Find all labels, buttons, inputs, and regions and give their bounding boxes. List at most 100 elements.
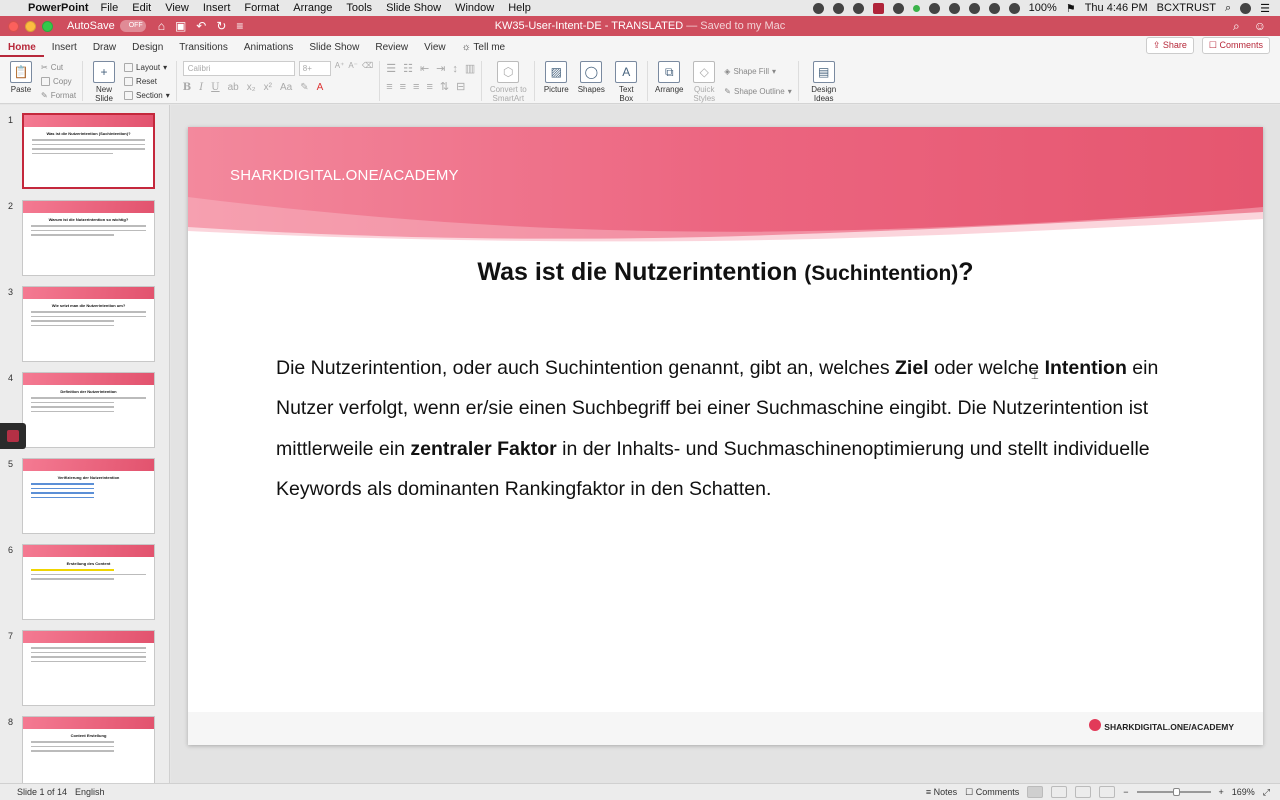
spotlight-search-icon[interactable]: ⌕ [1225,2,1231,15]
slide-thumbnail-2[interactable]: Warum ist die Nutzerintention so wichtig… [22,200,155,276]
menu-help[interactable]: Help [508,2,531,14]
align-center-icon[interactable]: ≡ [400,81,406,93]
format-painter-button[interactable]: ✎ Format [41,89,76,101]
status-app-icon[interactable] [832,2,844,14]
siri-icon[interactable] [1240,2,1252,14]
status-app-icon[interactable] [852,2,864,14]
superscript-icon[interactable]: x² [264,82,272,93]
bluetooth-icon[interactable] [968,2,980,14]
highlight-icon[interactable]: ✎ [300,82,308,93]
picture-button[interactable]: ▨ Picture [541,61,571,94]
tab-review[interactable]: Review [367,42,416,57]
align-left-icon[interactable]: ≡ [386,81,392,93]
notification-center-icon[interactable]: ☰ [1260,2,1270,15]
tab-transitions[interactable]: Transitions [171,42,236,57]
notes-button[interactable]: ≡ Notes [926,787,957,797]
line-spacing-icon[interactable]: ↕ [452,63,458,75]
shape-outline-button[interactable]: ✎ Shape Outline ▾ [724,85,791,97]
save-icon[interactable]: ▣ [175,19,186,33]
undo-icon[interactable]: ↶ [196,19,206,33]
font-color-icon[interactable]: A [317,82,324,93]
time-machine-icon[interactable] [948,2,960,14]
subscript-icon[interactable]: x₂ [247,82,256,93]
tab-animations[interactable]: Animations [236,42,301,57]
wifi-icon[interactable] [988,2,1000,14]
reset-button[interactable]: Reset [124,75,170,87]
underline-icon[interactable]: U [211,82,219,93]
text-direction-icon[interactable]: ⇅ [440,80,449,93]
menubar-clock[interactable]: Thu 4:46 PM [1085,2,1148,14]
battery-percent[interactable]: 100% [1029,2,1057,14]
normal-view-button[interactable] [1027,786,1044,798]
align-text-icon[interactable]: ⊟ [456,80,465,93]
justify-icon[interactable]: ≡ [426,81,432,93]
language-indicator[interactable]: English [75,787,105,797]
autosave-toggle[interactable]: OFF [119,20,146,32]
clear-format-icon[interactable]: ⌫ [362,61,373,76]
current-slide[interactable]: SHARKDIGITAL.ONE/ACADEMY Was ist die Nut… [188,127,1263,745]
tab-view[interactable]: View [416,42,454,57]
increase-indent-icon[interactable]: ⇥ [436,62,445,75]
italic-icon[interactable]: I [199,82,203,93]
slideshow-view-button[interactable] [1099,786,1116,798]
align-right-icon[interactable]: ≡ [413,81,419,93]
bullets-icon[interactable]: ☰ [386,62,396,75]
new-slide-button[interactable]: + New Slide [89,61,119,103]
menu-tools[interactable]: Tools [346,2,372,14]
numbering-icon[interactable]: ☷ [403,62,413,75]
shapes-button[interactable]: ◯ Shapes [576,61,606,94]
menubar-user[interactable]: BCXTRUST [1157,2,1216,14]
layout-button[interactable]: Layout ▾ [124,61,170,73]
shield-icon[interactable] [872,2,884,14]
arrange-button[interactable]: ⧉ Arrange [654,61,684,94]
quick-styles-button[interactable]: ◇ Quick Styles [689,61,719,103]
shape-fill-button[interactable]: ◈ Shape Fill ▾ [724,65,791,77]
tab-design[interactable]: Design [124,42,171,57]
status-app-icon[interactable] [892,2,904,14]
tab-draw[interactable]: Draw [85,42,124,57]
zoom-in-button[interactable]: + [1219,787,1224,797]
columns-icon[interactable]: ▥ [465,62,475,75]
slide-thumbnail-3[interactable]: Wie setzt man die Nutzerintention um? [22,286,155,362]
slide-editing-canvas[interactable]: SHARKDIGITAL.ONE/ACADEMY Was ist die Nut… [171,105,1280,783]
menu-view[interactable]: View [165,2,189,14]
zoom-slider[interactable] [1136,788,1211,796]
reading-view-button[interactable] [1075,786,1092,798]
app-menu[interactable]: PowerPoint [28,2,89,14]
search-icon[interactable]: ⌕ [1233,19,1240,34]
volume-icon[interactable] [1008,2,1020,14]
slide-thumbnail-5[interactable]: Verifizierung der Nutzerintention [22,458,155,534]
bold-icon[interactable]: B [183,82,191,93]
text-box-button[interactable]: A Text Box [611,61,641,103]
convert-smartart-button[interactable]: ⬡ Convert to SmartArt [488,61,528,103]
slide-thumbnail-6[interactable]: Erstellung des Content [22,544,155,620]
share-button[interactable]: ⇪ Share [1145,37,1194,54]
menu-window[interactable]: Window [455,2,494,14]
cut-button[interactable]: ✂ Cut [41,61,76,73]
home-icon[interactable]: ⌂ [158,19,165,33]
shrink-font-icon[interactable]: A⁻ [348,61,358,76]
zoom-out-button[interactable]: − [1123,787,1128,797]
zoom-slider-thumb[interactable] [1172,788,1180,796]
menu-edit[interactable]: Edit [132,2,151,14]
zoom-window-button[interactable] [42,20,53,32]
menu-format[interactable]: Format [244,2,279,14]
font-size-select[interactable]: 8+ [298,61,331,76]
section-button[interactable]: Section ▾ [124,89,170,101]
strikethrough-icon[interactable]: ab [228,82,239,93]
redo-icon[interactable]: ↻ [216,19,226,33]
menu-arrange[interactable]: Arrange [293,2,332,14]
copy-button[interactable]: Copy [41,75,76,87]
tab-home[interactable]: Home [0,42,44,57]
fit-to-window-icon[interactable]: ⤢ [1263,787,1270,798]
tell-me-search[interactable]: ☼ Tell me [454,42,513,57]
change-case-icon[interactable]: Aa [280,82,292,93]
tab-slide-show[interactable]: Slide Show [301,42,367,57]
customize-toolbar-icon[interactable]: ≡ [236,19,243,33]
slide-thumbnail-pane[interactable]: 1 Was ist die Nutzerintention (Suchinten… [0,105,170,783]
smiley-feedback-icon[interactable]: ☺ [1254,19,1266,34]
menu-insert[interactable]: Insert [203,2,231,14]
status-app-icon[interactable] [812,2,824,14]
zoom-level[interactable]: 169% [1232,787,1255,797]
close-window-button[interactable] [8,20,19,32]
